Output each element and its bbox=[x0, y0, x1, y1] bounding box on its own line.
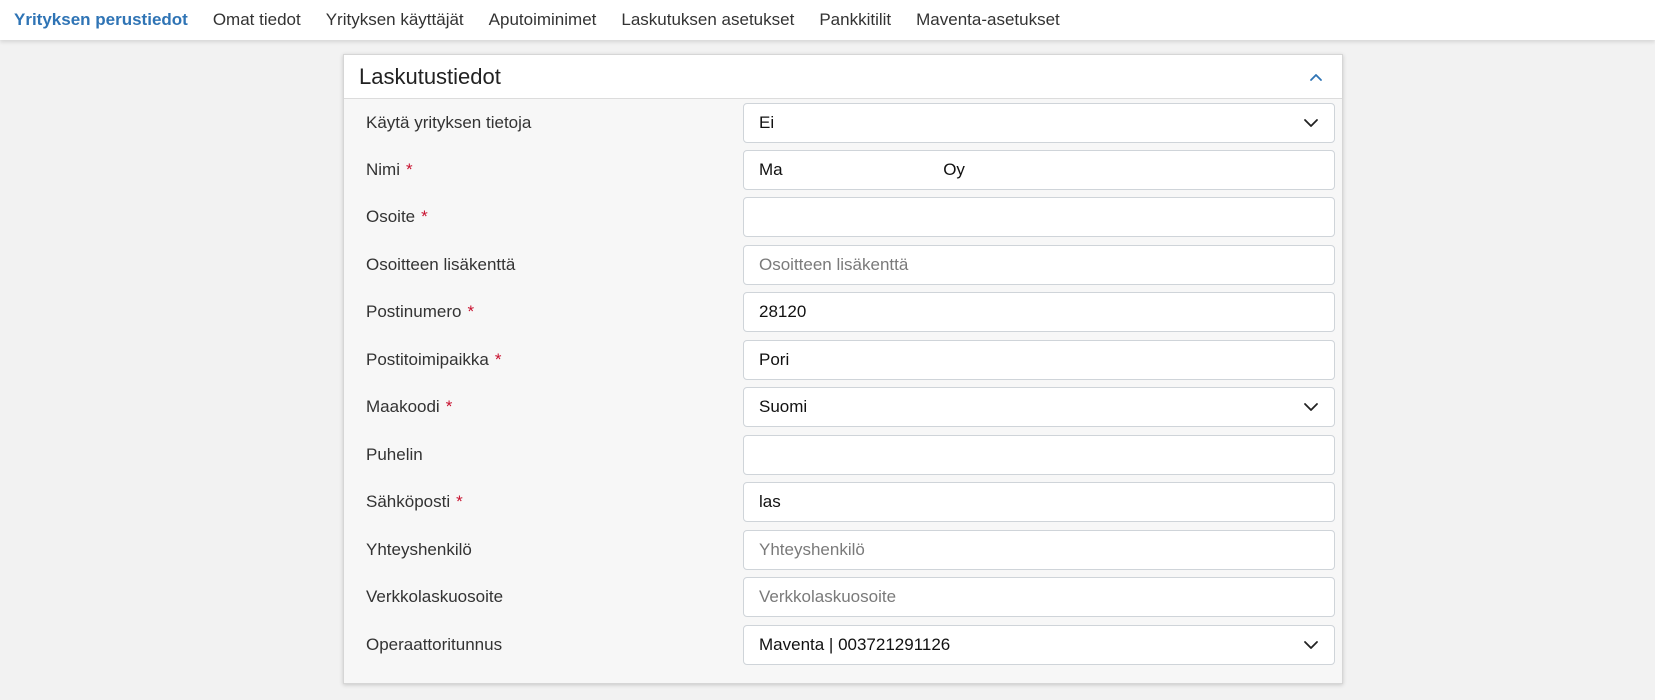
chevron-up-icon[interactable] bbox=[1306, 67, 1326, 87]
contact-input[interactable] bbox=[743, 530, 1335, 570]
address-extra-row: Osoitteen lisäkenttä bbox=[344, 245, 1342, 285]
address-input[interactable] bbox=[743, 197, 1335, 237]
email-label: Sähköposti * bbox=[366, 492, 463, 511]
billing-info-panel: Laskutustiedot Käytä yrityksen tietoja E… bbox=[343, 54, 1343, 684]
tab-omat-tiedot[interactable]: Omat tiedot bbox=[213, 10, 301, 30]
use-company-info-row: Käytä yrityksen tietoja Ei bbox=[344, 103, 1342, 143]
required-marker: * bbox=[467, 302, 475, 321]
country-row: Maakoodi * Suomi bbox=[344, 387, 1342, 427]
country-value: Suomi bbox=[759, 397, 808, 416]
tab-yrityksen-perustiedot[interactable]: Yrityksen perustiedot bbox=[14, 10, 188, 30]
address-label: Osoite * bbox=[366, 207, 428, 226]
email-input[interactable] bbox=[743, 482, 1335, 522]
address-row: Osoite * bbox=[344, 197, 1342, 237]
use-company-info-label: Käytä yrityksen tietoja bbox=[366, 113, 532, 132]
operator-row: Operaattoritunnus Maventa | 003721291126 bbox=[344, 625, 1342, 665]
panel-header[interactable]: Laskutustiedot bbox=[344, 55, 1342, 99]
postal-code-row: Postinumero * bbox=[344, 292, 1342, 332]
required-marker: * bbox=[421, 207, 428, 226]
city-label: Postitoimipaikka * bbox=[366, 350, 502, 369]
einvoice-label: Verkkolaskuosoite bbox=[366, 587, 504, 606]
tab-maventa-asetukset[interactable]: Maventa-asetukset bbox=[916, 10, 1060, 30]
country-label: Maakoodi * bbox=[366, 397, 453, 416]
required-marker: * bbox=[406, 160, 413, 179]
contact-row: Yhteyshenkilö bbox=[344, 530, 1342, 570]
phone-input[interactable] bbox=[743, 435, 1335, 475]
use-company-info-select[interactable]: Ei bbox=[743, 103, 1335, 143]
address-extra-label: Osoitteen lisäkenttä bbox=[366, 255, 516, 274]
city-row: Postitoimipaikka * bbox=[344, 340, 1342, 380]
name-row: Nimi * bbox=[344, 150, 1342, 190]
einvoice-input[interactable] bbox=[743, 577, 1335, 617]
postal-code-label: Postinumero * bbox=[366, 302, 475, 321]
operator-value: Maventa | 003721291126 bbox=[759, 635, 951, 654]
phone-label: Puhelin bbox=[366, 445, 423, 464]
required-marker: * bbox=[445, 397, 453, 416]
city-input[interactable] bbox=[743, 340, 1335, 380]
country-select[interactable]: Suomi bbox=[743, 387, 1335, 427]
name-label: Nimi * bbox=[366, 160, 413, 179]
email-row: Sähköposti * bbox=[344, 482, 1342, 522]
required-marker: * bbox=[494, 350, 502, 369]
tab-aputoiminimet[interactable]: Aputoiminimet bbox=[489, 10, 597, 30]
tab-laskutuksen-asetukset[interactable]: Laskutuksen asetukset bbox=[621, 10, 794, 30]
tab-pankkitilit[interactable]: Pankkitilit bbox=[819, 10, 891, 30]
chevron-down-icon bbox=[1303, 399, 1319, 415]
address-extra-input[interactable] bbox=[743, 245, 1335, 285]
tab-yrityksen-kayttajat[interactable]: Yrityksen käyttäjät bbox=[326, 10, 464, 30]
operator-label: Operaattoritunnus bbox=[366, 635, 503, 654]
top-navigation: Yrityksen perustiedot Omat tiedot Yrityk… bbox=[0, 0, 1655, 40]
phone-row: Puhelin bbox=[344, 435, 1342, 475]
contact-label: Yhteyshenkilö bbox=[366, 540, 472, 559]
required-marker: * bbox=[456, 492, 463, 511]
name-input[interactable] bbox=[743, 150, 1335, 190]
use-company-info-value: Ei bbox=[759, 113, 775, 132]
postal-code-input[interactable] bbox=[743, 292, 1335, 332]
einvoice-row: Verkkolaskuosoite bbox=[344, 577, 1342, 617]
panel-title: Laskutustiedot bbox=[359, 63, 501, 89]
chevron-down-icon bbox=[1303, 115, 1319, 131]
operator-select[interactable]: Maventa | 003721291126 bbox=[743, 625, 1335, 665]
chevron-down-icon bbox=[1303, 637, 1319, 653]
